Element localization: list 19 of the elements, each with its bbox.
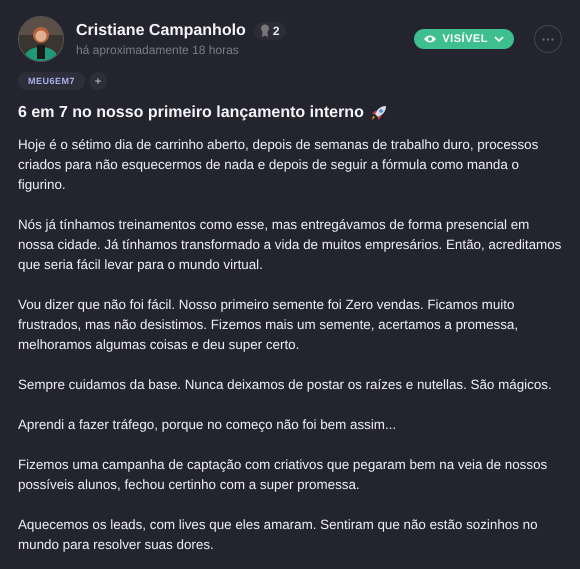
chevron-down-icon: [494, 36, 504, 42]
post-paragraph: Aprendi a fazer tráfego, porque no começo não foi bem assim...: [18, 416, 398, 434]
award-icon: [260, 24, 270, 37]
add-tag-button[interactable]: +: [89, 72, 108, 90]
post-paragraph: Vou dizer que não foi fácil. Nosso primeiro semente foi Zero vendas. Ficamos muito frustrados, mas não desistimos. Fizemos mais um semente, acertamos a promessa, melhoramos algumas coisas e deu super certo.: [18, 296, 520, 354]
post-title: 6 em 7 no nosso primeiro lançamento interno: [18, 104, 364, 122]
more-icon: [542, 38, 554, 40]
tag-chip[interactable]: MEU6EM7: [18, 72, 86, 90]
rocket-icon: [370, 104, 388, 122]
author-name[interactable]: Cristiane Campanholo: [76, 22, 246, 40]
badge-count: 2: [272, 24, 280, 38]
post-paragraph: Fizemos uma campanha de captação com criativos que pegaram bem na veia de nossos possíveis alunos, fechou certinho com a super promessa.: [18, 456, 548, 494]
post-time: há aproximadamente 18 horas: [76, 42, 240, 56]
post-paragraph: Aquecemos os leads, com lives que eles amaram. Sentiram que não estão sozinhos no mundo para resolver suas dores.: [18, 516, 539, 554]
more-button[interactable]: [534, 25, 562, 53]
post-paragraph: Hoje é o sétimo dia de carrinho aberto, depois de semanas de trabalho duro, processos criados para não esquecermos de nada e depois de seguir a fórmula como manda o figurino.: [18, 136, 540, 194]
eye-icon: [424, 35, 436, 43]
post-paragraph: Sempre cuidamos da base. Nunca deixamos de postar os raízes e nutellas. São mágicos.: [18, 376, 553, 394]
post-paragraph: Nós já tínhamos treinamentos como esse, mas entregávamos de forma presencial em nossa cidade. Já tínhamos transformado a vida de muitos empresários. Então, acreditamos que seria fácil levar para o mundo virtual.: [18, 216, 562, 274]
